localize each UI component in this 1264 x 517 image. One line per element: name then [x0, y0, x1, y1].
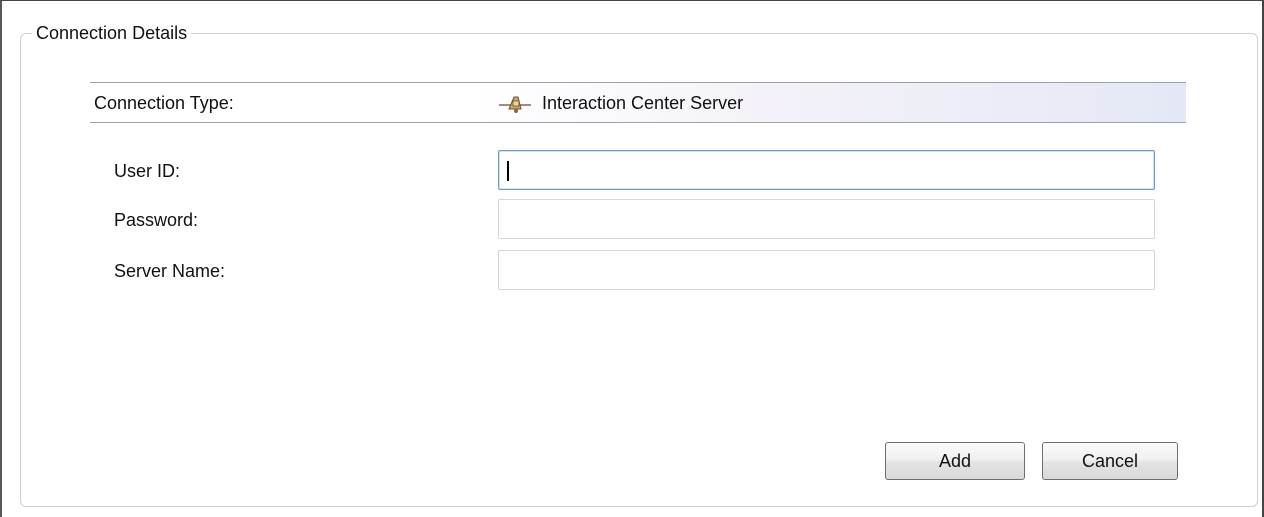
- connection-type-label: Connection Type:: [94, 93, 234, 113]
- connection-type-value: Interaction Center Server: [542, 93, 744, 113]
- user-id-label: User ID:: [114, 161, 181, 181]
- connection-details-window: Connection Details Connection Type: Inte…: [0, 0, 1264, 517]
- connection-type-row: Connection Type: Interaction Center Serv…: [90, 82, 1186, 123]
- cancel-button[interactable]: Cancel: [1042, 442, 1178, 480]
- groupbox-title: Connection Details: [32, 21, 192, 45]
- text-caret: [507, 161, 509, 181]
- user-id-input[interactable]: [498, 150, 1155, 190]
- password-label: Password:: [114, 210, 199, 230]
- password-input[interactable]: [498, 199, 1155, 239]
- server-name-input[interactable]: [498, 250, 1155, 290]
- server-connection-icon: [498, 93, 532, 115]
- add-button[interactable]: Add: [885, 442, 1025, 480]
- server-name-label: Server Name:: [114, 261, 226, 281]
